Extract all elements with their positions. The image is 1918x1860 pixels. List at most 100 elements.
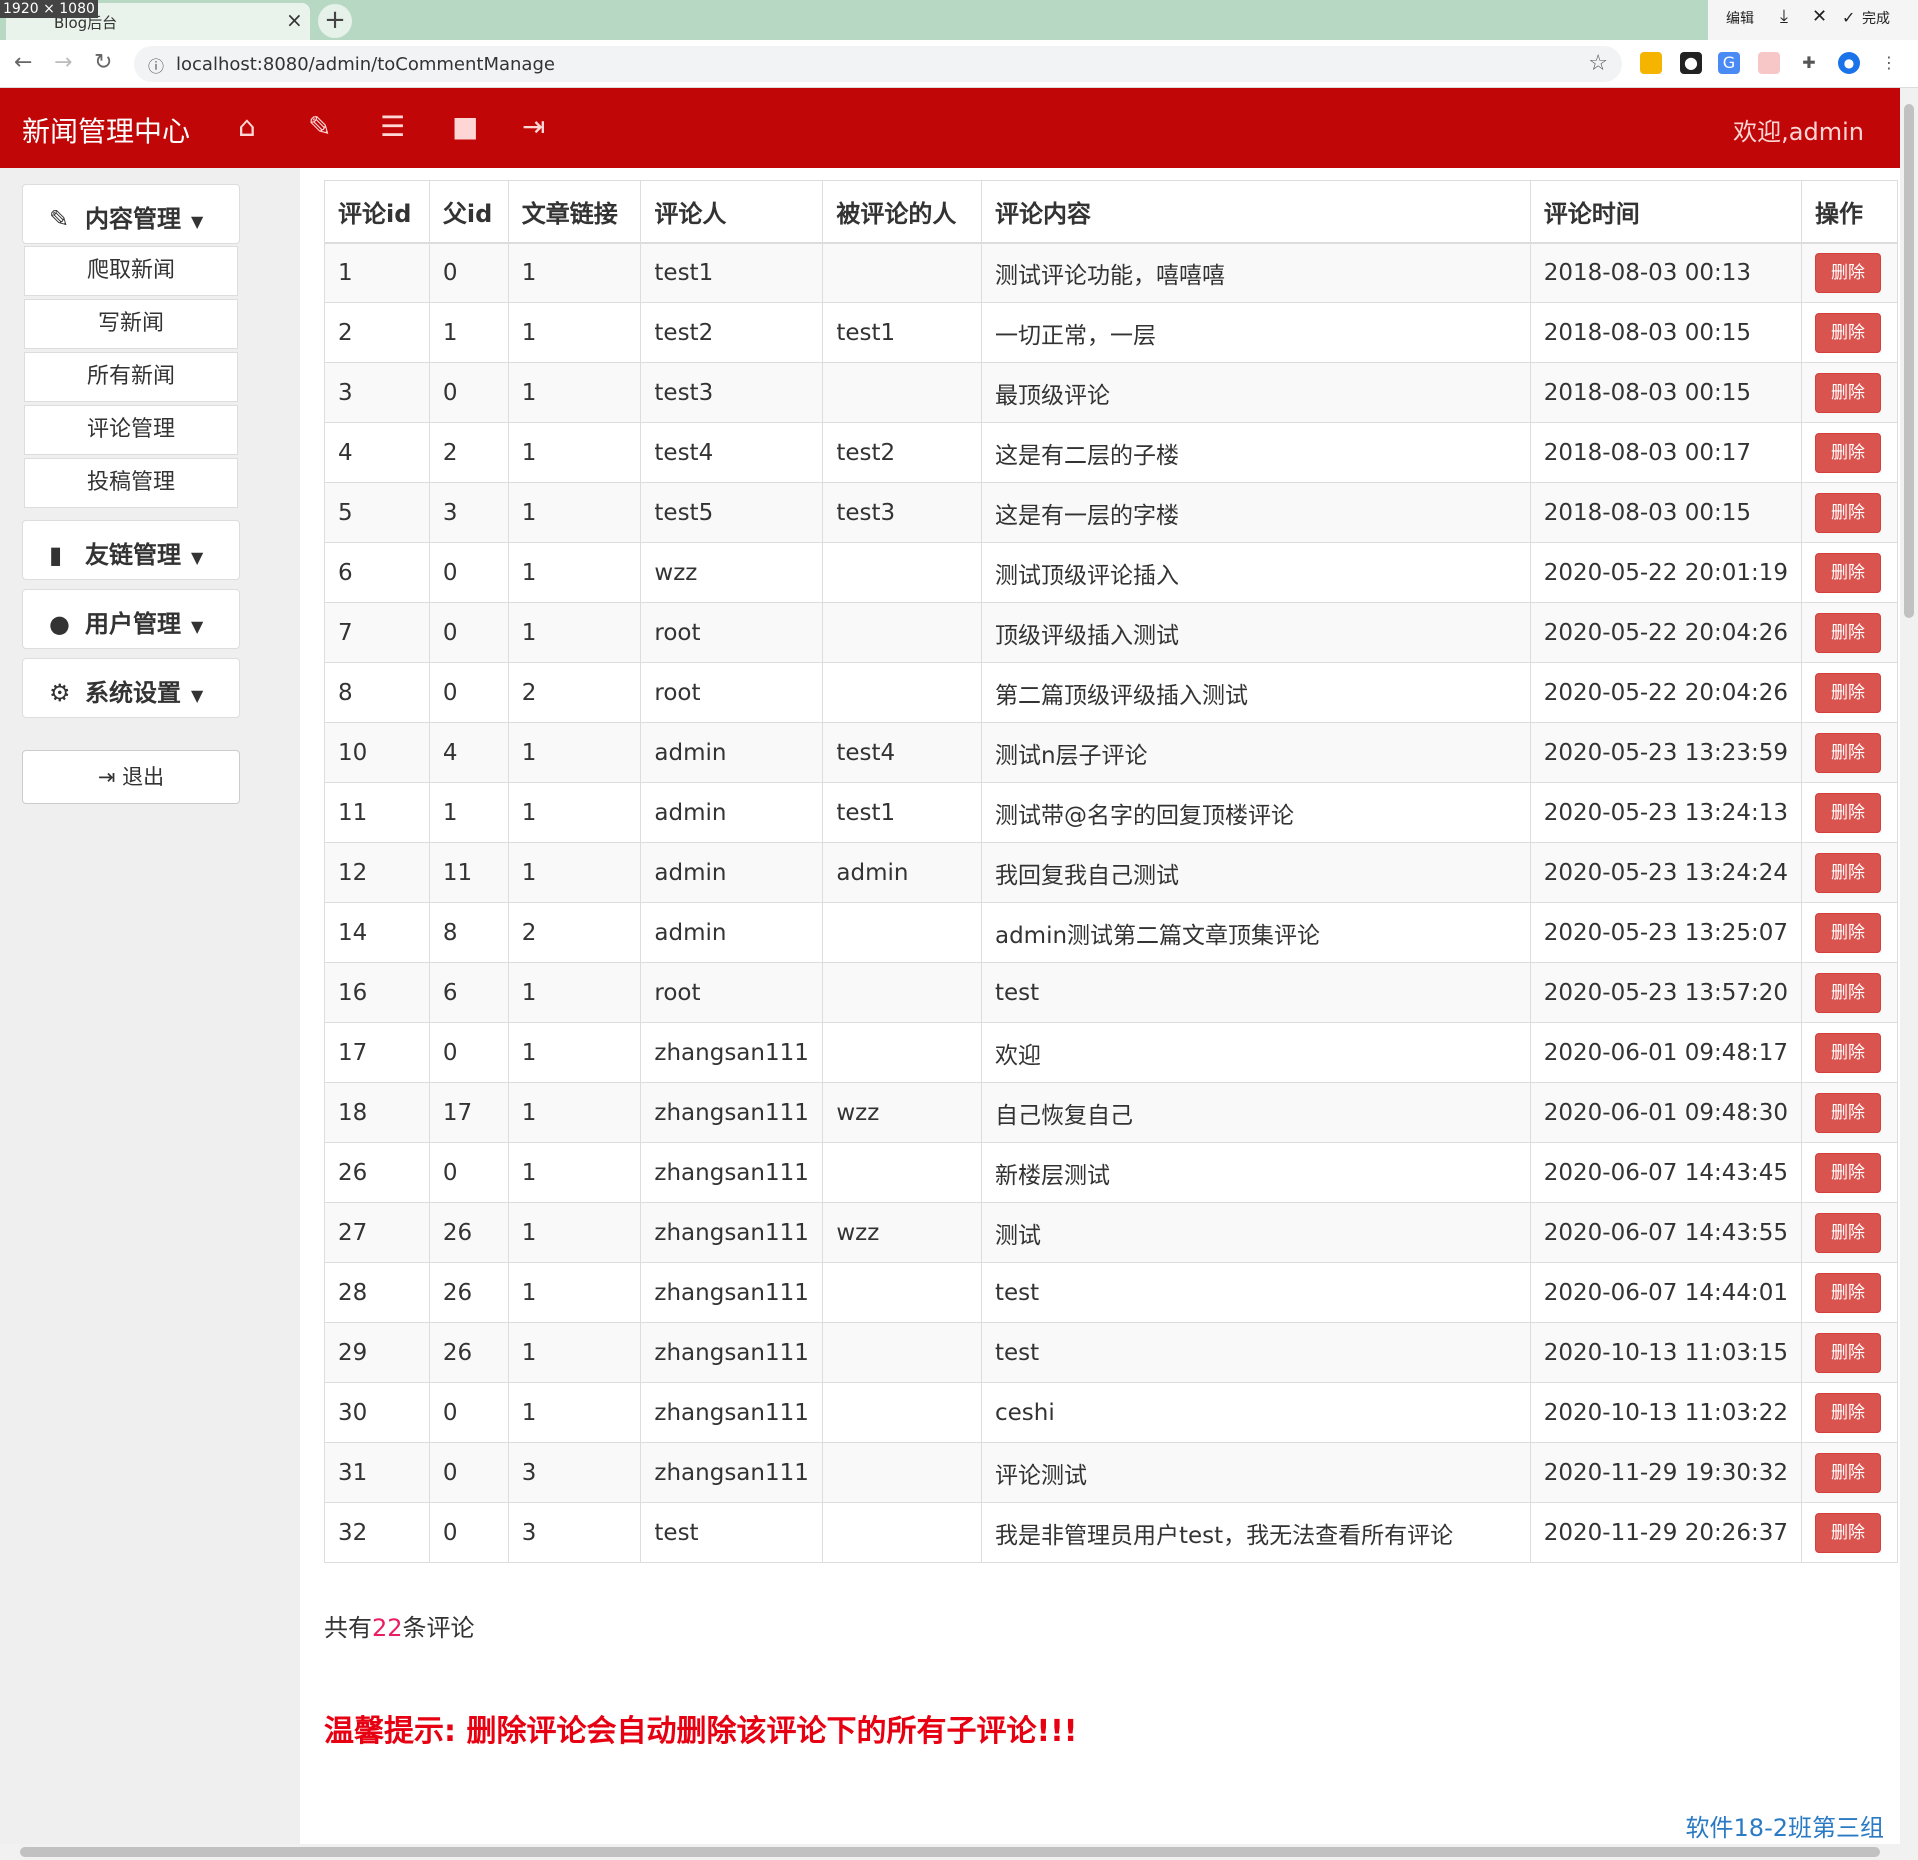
url-field[interactable]: ⓘ localhost:8080/admin/toCommentManage ☆ <box>134 46 1622 82</box>
delete-button[interactable]: 删除 <box>1815 732 1882 773</box>
back-arrow-icon[interactable]: ← <box>14 50 32 76</box>
dimensions-badge: 1920 × 1080 <box>0 0 98 18</box>
table-cell: ceshi <box>980 1382 1531 1443</box>
close-icon[interactable]: × <box>286 9 303 31</box>
table-cell: 2 <box>324 302 430 363</box>
table-cell: admin <box>640 902 824 963</box>
table-cell: 顶级评级插入测试 <box>980 602 1531 663</box>
pencil-icon[interactable]: ✎ <box>308 110 331 144</box>
content-menu[interactable]: ✎ 内容管理 ▼ <box>22 184 240 244</box>
table-cell: 0 <box>428 602 509 663</box>
sidebar-item-crawl[interactable]: 爬取新闻 <box>24 246 238 296</box>
info-icon[interactable]: ⓘ <box>148 53 164 77</box>
table-cell: 2020-05-23 13:24:13 <box>1529 782 1803 843</box>
sidebar-item-write[interactable]: 写新闻 <box>24 299 238 349</box>
profile-avatar[interactable]: ● <box>1838 52 1860 74</box>
scroll-thumb[interactable] <box>20 1847 1880 1857</box>
settings-menu[interactable]: ⚙ 系统设置 ▼ <box>22 658 240 718</box>
puzzle-icon[interactable]: ✚ <box>1798 52 1820 74</box>
close-icon[interactable]: ✕ <box>1812 6 1827 27</box>
table-cell: test3 <box>822 482 982 543</box>
edit-button[interactable]: 编辑 <box>1726 8 1754 28</box>
table-cell: zhangsan111 <box>640 1382 824 1443</box>
done-button[interactable]: 完成 <box>1862 8 1890 28</box>
table-cell: 0 <box>428 662 509 723</box>
logout-button[interactable]: ⇥ 退出 <box>22 750 240 804</box>
table-cell: test1 <box>822 302 982 363</box>
lock-icon[interactable]: ■ <box>452 110 478 144</box>
table-cell: 1 <box>507 1022 642 1083</box>
translate-icon[interactable]: G <box>1718 52 1740 74</box>
table-cell: 最顶级评论 <box>980 362 1531 423</box>
table-cell: test4 <box>822 722 982 783</box>
table-cell: 1 <box>507 482 642 543</box>
table-cell: 2020-05-22 20:04:26 <box>1529 602 1803 663</box>
table-cell: admin <box>640 722 824 783</box>
download-icon[interactable]: ⤓ <box>1780 6 1788 27</box>
extension-icon-1[interactable] <box>1640 52 1662 74</box>
table-row: 5 3 1 test5 test3 这是有一层的字楼 2018-08-03 00:15 删除 <box>324 482 1898 543</box>
app-header: 新闻管理中心 ⌂ ✎ ☰ ■ ⇥ 欢迎,admin <box>0 88 1900 168</box>
delete-button[interactable]: 删除 <box>1815 1032 1882 1073</box>
table-cell: root <box>640 962 824 1023</box>
table-cell: 2020-05-23 13:57:20 <box>1529 962 1803 1023</box>
delete-button[interactable]: 删除 <box>1815 372 1882 413</box>
extension-icon-3[interactable] <box>1758 52 1780 74</box>
delete-button[interactable]: 删除 <box>1815 612 1882 653</box>
table-cell: 2020-06-07 14:44:01 <box>1529 1262 1803 1323</box>
table-cell: 1 <box>507 962 642 1023</box>
delete-button[interactable]: 删除 <box>1815 792 1882 833</box>
table-row: 2 1 1 test2 test1 一切正常，一层 2018-08-03 00:15 删除 <box>324 302 1898 363</box>
address-bar: ← → ↻ ⓘ localhost:8080/admin/toCommentMa… <box>0 40 1918 88</box>
action-cell: 删除 <box>1801 662 1898 723</box>
table-cell: 28 <box>324 1262 430 1323</box>
table-cell: 30 <box>324 1382 430 1443</box>
delete-button[interactable]: 删除 <box>1815 432 1882 473</box>
forward-arrow-icon[interactable]: → <box>54 50 72 76</box>
delete-button[interactable]: 删除 <box>1815 492 1882 533</box>
delete-button[interactable]: 删除 <box>1815 1092 1882 1133</box>
table-cell: 8 <box>324 662 430 723</box>
footer-text: 软件18-2班第三组 <box>1685 1814 1884 1842</box>
action-cell: 删除 <box>1801 962 1898 1023</box>
delete-button[interactable]: 删除 <box>1815 1392 1882 1433</box>
horizontal-scrollbar[interactable] <box>0 1844 1918 1860</box>
delete-button[interactable]: 删除 <box>1815 1512 1882 1553</box>
star-icon[interactable]: ☆ <box>1588 51 1608 76</box>
delete-button[interactable]: 删除 <box>1815 252 1882 293</box>
action-cell: 删除 <box>1801 302 1898 363</box>
delete-button[interactable]: 删除 <box>1815 1452 1882 1493</box>
links-menu[interactable]: ▮ 友链管理 ▼ <box>22 520 240 580</box>
table-cell: 3 <box>324 362 430 423</box>
delete-button[interactable]: 删除 <box>1815 552 1882 593</box>
delete-button[interactable]: 删除 <box>1815 912 1882 953</box>
table-row: 31 0 3 zhangsan111 评论测试 2020-11-29 19:30:32 删除 <box>324 1442 1898 1503</box>
sidebar-item-comments[interactable]: 评论管理 <box>24 405 238 455</box>
home-icon[interactable]: ⌂ <box>238 110 256 144</box>
table-cell: 4 <box>324 422 430 483</box>
extension-icon-2[interactable]: ● <box>1680 52 1702 74</box>
brand-title[interactable]: 新闻管理中心 <box>22 110 190 150</box>
delete-button[interactable]: 删除 <box>1815 1152 1882 1193</box>
list-icon[interactable]: ☰ <box>380 110 405 144</box>
browser-tab-bar: 1920 × 1080 Blog后台 × + 编辑 ⤓ ✕ ✓ 完成 <box>0 0 1918 40</box>
delete-button[interactable]: 删除 <box>1815 1212 1882 1253</box>
logout-icon[interactable]: ⇥ <box>522 110 545 144</box>
users-menu[interactable]: ● 用户管理 ▼ <box>22 589 240 649</box>
vertical-scrollbar[interactable] <box>1900 88 1918 1844</box>
delete-button[interactable]: 删除 <box>1815 1332 1882 1373</box>
delete-button[interactable]: 删除 <box>1815 672 1882 713</box>
sidebar-item-submissions[interactable]: 投稿管理 <box>24 458 238 508</box>
reload-icon[interactable]: ↻ <box>94 50 112 76</box>
delete-button[interactable]: 删除 <box>1815 852 1882 893</box>
action-cell: 删除 <box>1801 422 1898 483</box>
scroll-thumb[interactable] <box>1904 104 1914 618</box>
sidebar-item-all-news[interactable]: 所有新闻 <box>24 352 238 402</box>
action-cell: 删除 <box>1801 782 1898 843</box>
table-cell: 这是有二层的子楼 <box>980 422 1531 483</box>
delete-button[interactable]: 删除 <box>1815 1272 1882 1313</box>
menu-icon[interactable]: ⋮ <box>1878 52 1900 74</box>
new-tab-button[interactable]: + <box>318 4 352 38</box>
delete-button[interactable]: 删除 <box>1815 972 1882 1013</box>
delete-button[interactable]: 删除 <box>1815 312 1882 353</box>
